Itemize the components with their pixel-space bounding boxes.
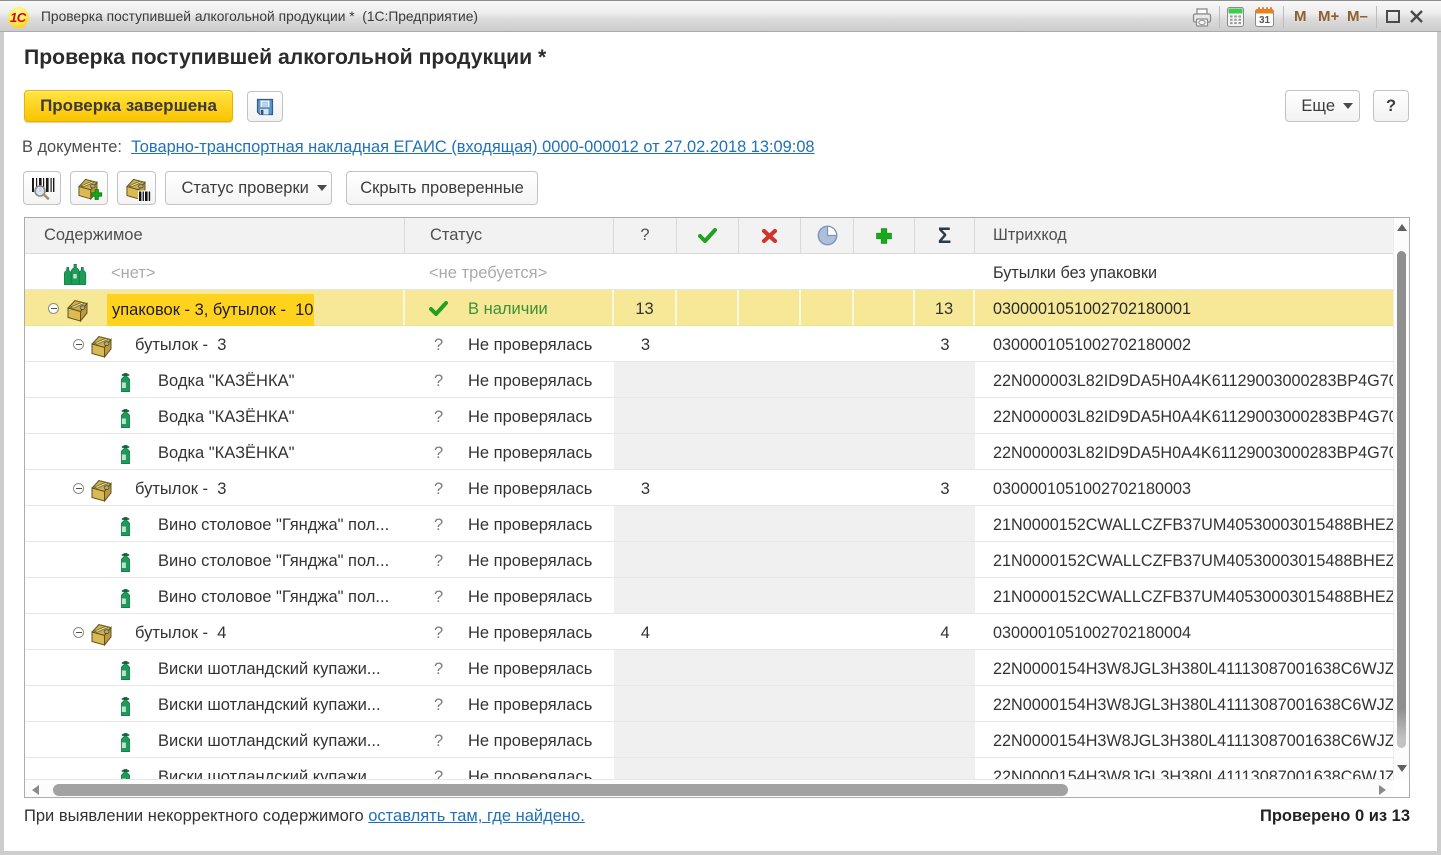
svg-text:31: 31 [1259,15,1271,26]
